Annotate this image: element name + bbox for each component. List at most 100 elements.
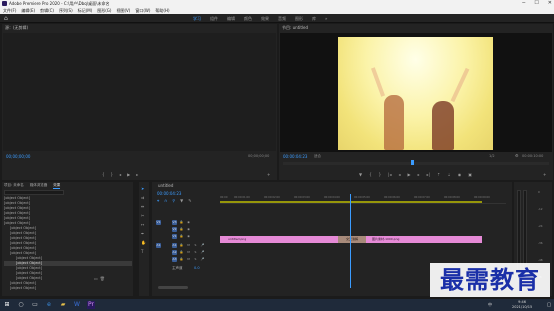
source-patch-a1[interactable]: A1 — [156, 243, 161, 248]
workspace-tab-learn[interactable]: 学习 — [193, 14, 201, 23]
solo-button[interactable]: S — [193, 250, 198, 255]
lock-icon[interactable]: 🔒 — [179, 243, 184, 248]
eye-icon[interactable]: ◉ — [186, 227, 191, 232]
workspace-tab-audio[interactable]: 音频 — [278, 14, 286, 23]
work-area-bar[interactable] — [220, 201, 482, 203]
snap-icon[interactable]: ∩ — [164, 198, 167, 203]
effects-search-input[interactable] — [4, 190, 64, 195]
eye-icon[interactable]: ◉ — [186, 234, 191, 239]
linked-selection-icon[interactable]: ⚲ — [172, 198, 175, 203]
timeline-zoom-scrollbar[interactable] — [158, 286, 188, 289]
clip-image[interactable]: 图片素材-1000.png — [366, 236, 482, 243]
source-add-button-icon[interactable]: + — [267, 172, 270, 177]
workspace-tab-effects[interactable]: 效果 — [261, 14, 269, 23]
pen-tool-icon[interactable]: ✒ — [141, 231, 146, 236]
program-add-button-icon[interactable]: + — [543, 172, 546, 177]
edge-browser-icon[interactable]: e — [45, 301, 53, 309]
wrench-icon[interactable]: ⚙ — [515, 153, 519, 158]
lock-icon[interactable]: 🔒 — [179, 257, 184, 262]
go-to-out-icon[interactable]: ▸| — [427, 172, 430, 177]
track-select-icon[interactable]: ⇉ — [141, 195, 146, 200]
settings-wrench-icon[interactable]: ✎ — [188, 198, 191, 203]
task-view-icon[interactable]: ▭ — [31, 301, 39, 309]
home-icon[interactable]: ⌂ — [4, 15, 11, 22]
menu-window[interactable]: 窗口(W) — [135, 7, 150, 14]
lift-icon[interactable]: ⇡ — [437, 172, 440, 177]
track-label-v2[interactable]: V2 — [172, 227, 177, 232]
program-fit-select[interactable]: 适合 — [314, 154, 321, 159]
mark-in-icon[interactable]: { — [369, 172, 372, 177]
tab-media-browser[interactable]: 媒体浏览器 — [30, 183, 48, 189]
target-track-toggle[interactable]: V1 — [156, 220, 161, 225]
clock[interactable]: 9:46 2021/10/15 — [512, 300, 532, 310]
track-label-a3[interactable]: A3 — [172, 257, 177, 262]
eye-icon[interactable]: ◉ — [186, 220, 191, 225]
mark-out-icon[interactable]: } — [379, 172, 382, 177]
workspace-tab-editing[interactable]: 编辑 — [227, 14, 235, 23]
workspace-tab-libraries[interactable]: 库 — [312, 14, 316, 23]
timeline-playhead-line[interactable] — [350, 194, 351, 288]
minimize-button[interactable]: ─ — [522, 0, 525, 7]
close-button[interactable]: ✕ — [548, 0, 552, 7]
type-tool-icon[interactable]: T — [141, 249, 146, 254]
nest-icon[interactable]: ⌖ — [157, 198, 159, 203]
tab-project[interactable]: 项目: 未命名 — [4, 183, 24, 189]
mute-button[interactable]: M — [186, 243, 191, 248]
timeline-sequence-tab[interactable]: untitled — [158, 183, 173, 189]
ripple-edit-icon[interactable]: ⇹ — [141, 204, 146, 209]
windows-start-icon[interactable]: ⊞ — [3, 301, 11, 309]
extract-icon[interactable]: ⇣ — [447, 172, 450, 177]
new-bin-icon[interactable]: ▭ — [94, 276, 98, 281]
program-playhead[interactable] — [411, 160, 414, 165]
step-forward-icon[interactable]: ▸ — [418, 172, 420, 177]
export-frame-icon[interactable]: ◉ — [458, 172, 462, 177]
tree-item-page-peel[interactable]: [object Object] — [10, 286, 36, 291]
track-label-v1[interactable]: V1 — [172, 234, 177, 239]
step-back-icon[interactable]: ◂ — [399, 172, 401, 177]
add-marker-icon[interactable]: ▼ — [359, 172, 362, 177]
mark-out-icon[interactable]: } — [111, 172, 114, 177]
menu-graphics[interactable]: 图形(G) — [97, 7, 111, 14]
microphone-icon[interactable]: 🎤 — [200, 250, 205, 255]
slip-tool-icon[interactable]: ↔ — [141, 222, 146, 227]
master-volume-value[interactable]: 0.0 — [194, 265, 200, 271]
workspace-tab-color[interactable]: 颜色 — [244, 14, 252, 23]
premiere-taskbar-icon[interactable]: Pr — [87, 301, 95, 309]
selection-tool-icon[interactable]: ➤ — [141, 186, 146, 191]
microphone-icon[interactable]: 🎤 — [200, 243, 205, 248]
menu-file[interactable]: 文件(F) — [3, 7, 16, 14]
lock-icon[interactable]: 🔒 — [179, 220, 184, 225]
notification-icon[interactable]: ▢ — [545, 301, 553, 309]
workspace-more-button[interactable]: » — [325, 14, 327, 23]
mute-button[interactable]: M — [186, 250, 191, 255]
track-label-a2[interactable]: A2 — [172, 250, 177, 255]
file-explorer-icon[interactable]: ▰ — [59, 301, 67, 309]
menu-clip[interactable]: 剪辑(C) — [40, 7, 54, 14]
lock-icon[interactable]: 🔒 — [179, 250, 184, 255]
microphone-icon[interactable]: 🎤 — [200, 257, 205, 262]
clip-untitled[interactable]: untitled.png — [220, 236, 343, 243]
lock-icon[interactable]: 🔒 — [179, 234, 184, 239]
menu-help[interactable]: 帮助(H) — [155, 7, 169, 14]
menu-view[interactable]: 视图(V) — [116, 7, 130, 14]
track-label-v3[interactable]: V3 — [172, 220, 177, 225]
search-icon[interactable]: ○ — [17, 301, 25, 309]
delete-icon[interactable]: 🗑 — [100, 276, 105, 281]
menu-edit[interactable]: 编辑(E) — [21, 7, 35, 14]
solo-button[interactable]: S — [193, 257, 198, 262]
track-label-a1[interactable]: A1 — [172, 243, 177, 248]
program-scrub-bar[interactable] — [283, 162, 549, 165]
word-app-icon[interactable]: W — [73, 301, 81, 309]
maximize-button[interactable]: ☐ — [534, 0, 538, 7]
hand-tool-icon[interactable]: ✋ — [141, 240, 146, 245]
step-forward-icon[interactable]: ▸ — [136, 172, 138, 177]
mute-button[interactable]: M — [186, 257, 191, 262]
program-quality-select[interactable]: 1/2 — [489, 154, 495, 158]
timeline-ruler[interactable]: 00:00 00:00:01:00 00:00:02:00 00:00:03:0… — [220, 194, 506, 204]
lock-icon[interactable]: 🔒 — [179, 227, 184, 232]
compare-view-icon[interactable]: ▣ — [468, 172, 472, 177]
add-marker-icon[interactable]: ▼ — [180, 198, 183, 203]
clip-transition-cross-dissolve[interactable]: 交叉溶解 — [338, 236, 366, 243]
workspace-tab-graphics[interactable]: 图形 — [295, 14, 303, 23]
tab-effects[interactable]: 效果 — [53, 183, 61, 189]
